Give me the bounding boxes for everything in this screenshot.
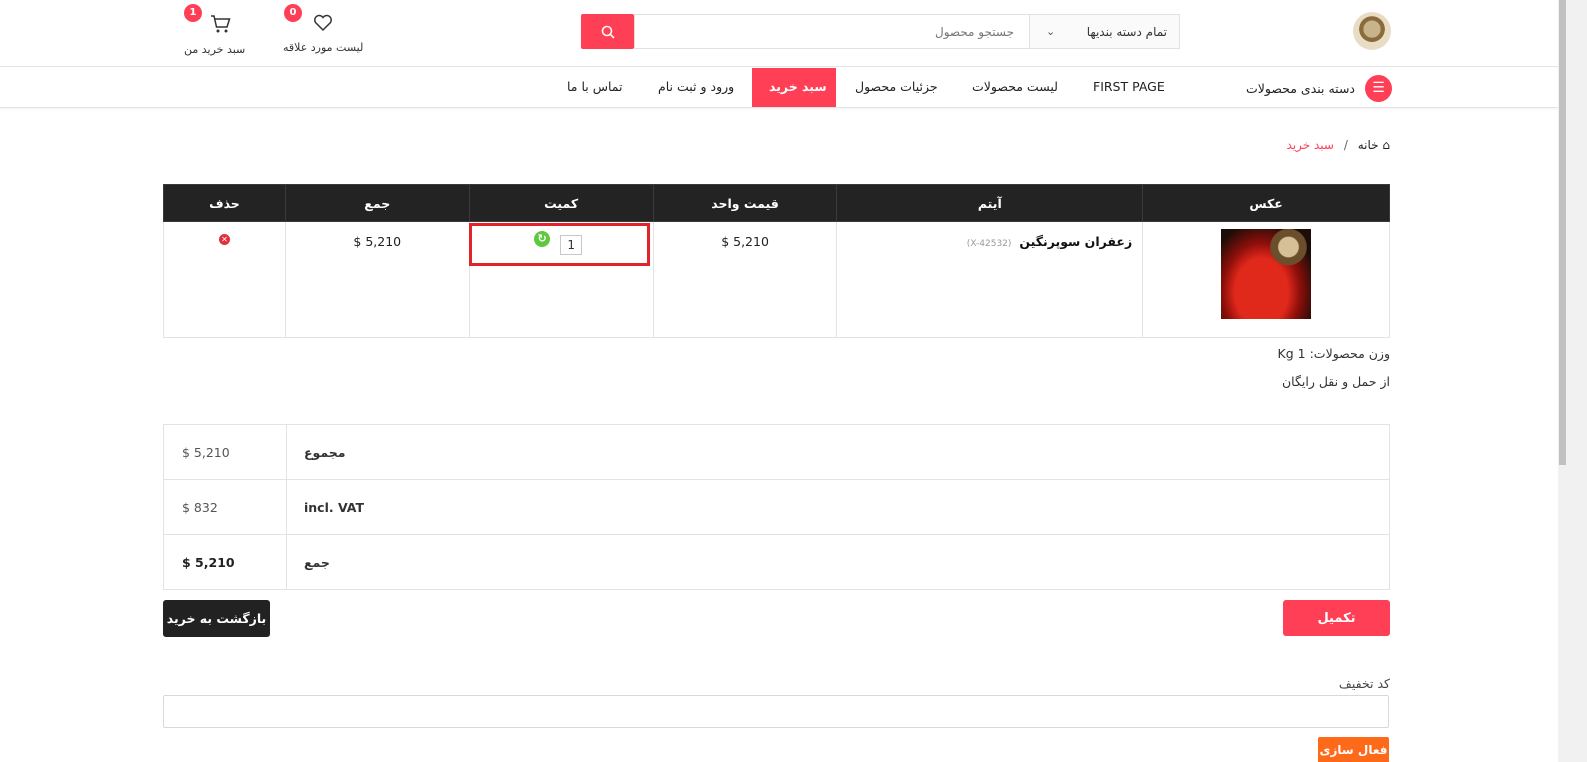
header-remove: حذف <box>163 184 286 222</box>
nav-item-cart[interactable]: سبد خرید <box>752 68 836 107</box>
grand-total-value: $ 5,210 <box>163 534 287 590</box>
totals-row: $ 5,210 جمع <box>163 534 1390 590</box>
complete-button[interactable]: تکمیل <box>1283 600 1390 636</box>
menu-icon: ☰ <box>1365 74 1392 102</box>
coupon-label: کد تخفیف <box>1338 676 1390 691</box>
product-image[interactable] <box>1221 229 1312 319</box>
category-menu-label: دسته بندی محصولات <box>1245 80 1355 96</box>
cart-link[interactable]: 1 سبد خرید من <box>184 4 246 56</box>
search-button[interactable] <box>581 14 634 49</box>
site-logo[interactable] <box>1353 12 1391 50</box>
chevron-down-icon: ⌄ <box>1046 25 1056 38</box>
scrollbar-thumb[interactable] <box>1559 0 1566 465</box>
wishlist-count-badge: 0 <box>284 4 302 22</box>
product-sku: (X-42532) <box>966 239 1012 249</box>
remove-icon[interactable]: ✕ <box>218 234 230 245</box>
totals-table: $ 5,210 مجموع $ 832 incl. VAT $ 5,210 جم… <box>163 424 1390 590</box>
line-total: $ 5,210 <box>284 221 470 338</box>
cart-table: حذف جمع کمیت قیمت واحد آیتم عکس ✕ $ 5,21… <box>163 184 1390 338</box>
quantity-cell: ↻ 1 <box>468 221 654 338</box>
quantity-input[interactable]: 1 <box>560 235 583 255</box>
search-icon <box>601 25 615 39</box>
header-quantity: کمیت <box>468 184 654 222</box>
nav-item-login-register[interactable]: ورود و ثبت نام <box>641 68 751 107</box>
wishlist-link[interactable]: 0 لیست مورد علاقه <box>283 4 364 54</box>
coupon-input[interactable] <box>163 695 1389 728</box>
site-header: ⌄ تمام دسته بندیها 0 لیست مورد علاقه 1 س… <box>0 0 1558 67</box>
activate-coupon-button[interactable]: فعال سازی <box>1318 737 1389 762</box>
nav-item-contact[interactable]: تماس با ما <box>550 68 640 107</box>
wishlist-label: لیست مورد علاقه <box>283 41 364 54</box>
breadcrumb-current: سبد خرید <box>1286 138 1334 152</box>
scrollbar[interactable] <box>1558 0 1587 762</box>
cart-count-badge: 1 <box>184 4 202 22</box>
main-nav: دسته بندی محصولات ☰ FIRST PAGE لیست محصو… <box>0 68 1558 108</box>
search-input[interactable] <box>634 14 1030 49</box>
search-bar: ⌄ تمام دسته بندیها <box>581 14 1180 49</box>
remove-cell: ✕ <box>163 221 286 338</box>
item-cell: زعفران سوپرنگین (X-42532) <box>836 221 1144 338</box>
grand-total-label: جمع <box>286 534 1390 590</box>
totals-row: $ 832 incl. VAT <box>163 479 1390 535</box>
nav-item-product-details[interactable]: جزئیات محصول <box>838 68 955 107</box>
header-image: عکس <box>1142 184 1390 222</box>
nav-item-product-list[interactable]: لیست محصولات <box>955 68 1075 107</box>
weight-text: وزن محصولات: 1 Kg <box>1277 346 1390 361</box>
back-to-shop-button[interactable]: بازگشت به خرید <box>163 600 270 637</box>
totals-row: $ 5,210 مجموع <box>163 424 1390 480</box>
category-select[interactable]: ⌄ تمام دسته بندیها <box>1029 14 1180 49</box>
shipping-text: از حمل و نقل رایگان <box>1281 374 1390 389</box>
category-select-label: تمام دسته بندیها <box>1086 24 1167 39</box>
product-name[interactable]: زعفران سوپرنگین <box>1019 234 1132 249</box>
nav-item-first-page[interactable]: FIRST PAGE <box>1076 68 1182 107</box>
home-icon: ⌂ <box>1382 138 1390 152</box>
header-total: جمع <box>284 184 470 222</box>
quantity-control: ↻ 1 <box>469 222 652 266</box>
breadcrumb-home[interactable]: خانه <box>1358 138 1379 152</box>
subtotal-value: $ 5,210 <box>163 424 287 480</box>
header-unit-price: قیمت واحد <box>652 184 838 222</box>
breadcrumb-separator: / <box>1343 138 1348 152</box>
category-menu-toggle[interactable]: دسته بندی محصولات ☰ <box>1242 74 1392 102</box>
vat-label: incl. VAT <box>286 479 1390 535</box>
vat-value: $ 832 <box>163 479 287 535</box>
header-item: آیتم <box>836 184 1144 222</box>
table-row: ✕ $ 5,210 ↻ 1 $ 5,210 زعفران سوپرنگین (X… <box>163 221 1390 338</box>
image-cell <box>1142 221 1390 338</box>
subtotal-label: مجموع <box>286 424 1390 480</box>
unit-price: $ 5,210 <box>652 221 838 338</box>
breadcrumb: ⌂ خانه / سبد خرید <box>1240 138 1390 152</box>
cart-label: سبد خرید من <box>184 43 246 56</box>
